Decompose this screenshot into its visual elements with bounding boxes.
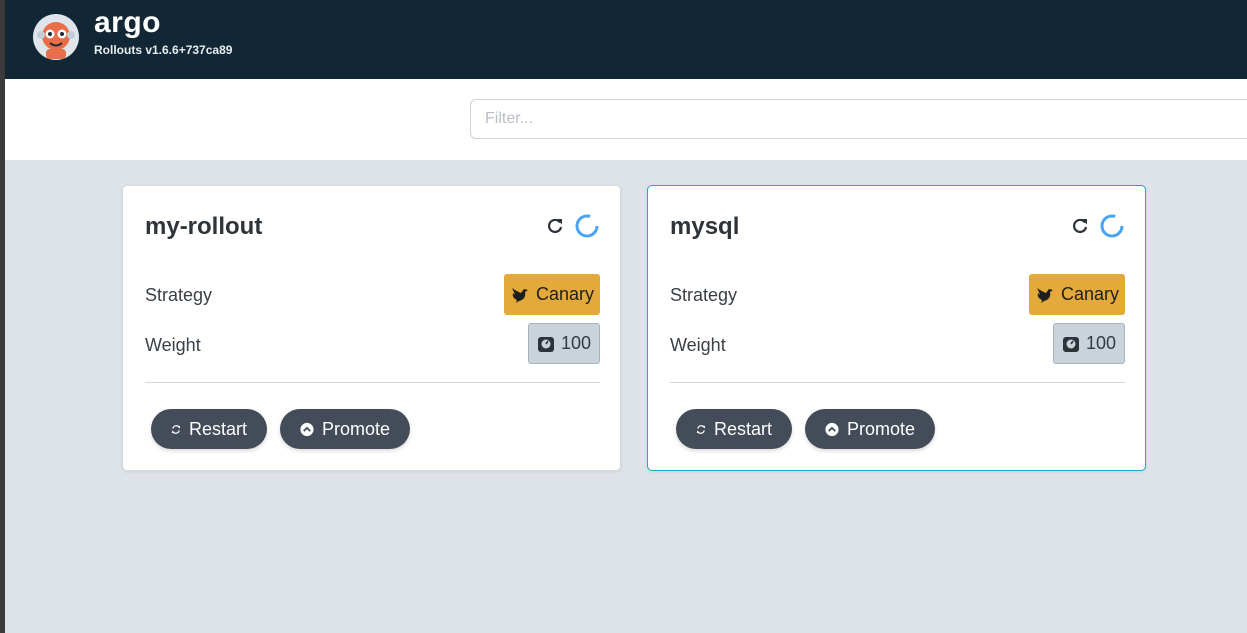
- chevron-circle-up-icon: [825, 422, 839, 436]
- progressing-spinner-icon: [575, 214, 599, 238]
- sync-icon: [696, 424, 706, 434]
- strategy-value: Canary: [1060, 284, 1120, 304]
- strategy-label: Strategy: [670, 285, 738, 305]
- filter-input[interactable]: [470, 99, 1247, 139]
- chevron-circle-up-icon: [300, 422, 314, 436]
- card-divider: [670, 382, 1125, 383]
- restart-button[interactable]: Restart: [676, 409, 792, 449]
- promote-button[interactable]: Promote: [280, 409, 410, 449]
- rollout-name: mysql: [670, 213, 740, 240]
- rollout-name: my-rollout: [145, 213, 263, 240]
- weight-label: Weight: [145, 335, 201, 355]
- dove-icon: [511, 287, 528, 303]
- refresh-icon[interactable]: [545, 216, 565, 236]
- brand-name: argo: [94, 6, 162, 39]
- argo-logo-icon: [33, 14, 79, 60]
- card-divider: [145, 382, 600, 383]
- weight-badge: 100: [1053, 323, 1125, 364]
- weight-value: 100: [1085, 333, 1117, 353]
- restart-button[interactable]: Restart: [151, 409, 267, 449]
- version-label: Rollouts v1.6.6+737ca89: [94, 43, 233, 57]
- app: argo Rollouts v1.6.6+737ca89 my-rollout …: [5, 0, 1247, 633]
- rollout-card[interactable]: my-rollout Strategy Canary Weight 100 Re…: [122, 185, 621, 471]
- weight-badge: 100: [528, 323, 600, 364]
- scale-icon: [537, 336, 554, 352]
- filter-bar: [5, 79, 1247, 160]
- dove-icon: [1036, 287, 1053, 303]
- weight-label: Weight: [670, 335, 726, 355]
- restart-label: Restart: [713, 418, 772, 439]
- weight-value: 100: [560, 333, 592, 353]
- canary-badge: Canary: [504, 274, 600, 315]
- restart-label: Restart: [188, 418, 247, 439]
- promote-button[interactable]: Promote: [805, 409, 935, 449]
- canary-badge: Canary: [1029, 274, 1125, 315]
- rollout-card[interactable]: mysql Strategy Canary Weight 100 Restart…: [647, 185, 1146, 471]
- sync-icon: [171, 424, 181, 434]
- promote-label: Promote: [846, 418, 915, 439]
- scale-icon: [1062, 336, 1079, 352]
- strategy-value: Canary: [535, 284, 595, 304]
- strategy-label: Strategy: [145, 285, 213, 305]
- refresh-icon[interactable]: [1070, 216, 1090, 236]
- promote-label: Promote: [321, 418, 390, 439]
- progressing-spinner-icon: [1100, 214, 1124, 238]
- top-header: argo Rollouts v1.6.6+737ca89: [5, 0, 1247, 79]
